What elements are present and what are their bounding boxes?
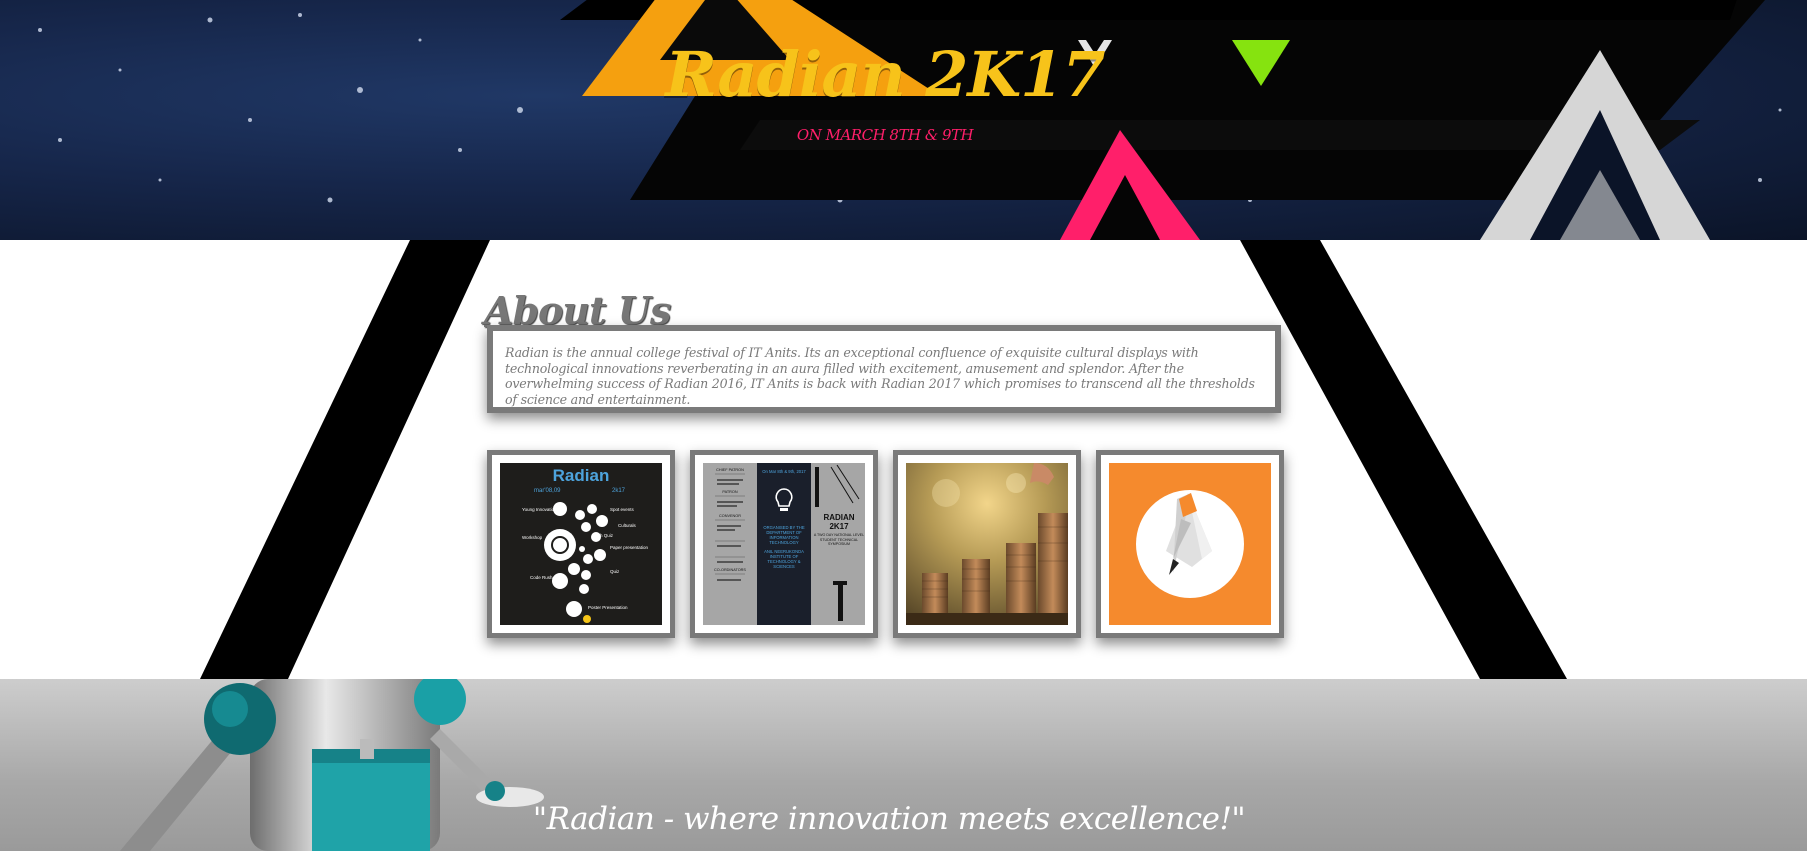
poster1-event-8: Quiz (610, 569, 620, 574)
poster1-event-1: Young Innovation (522, 507, 557, 512)
brochure-image: CHIEF PATRON PATRON CONVENOR CO-ORDINATO… (703, 463, 865, 625)
about-text-box: Radian is the annual college festival of… (487, 325, 1281, 413)
brochure-date: On Mar 8th & 9th, 2017 (762, 469, 806, 474)
poster1-event-3: Culturals (618, 523, 637, 528)
event-date: ON MARCH 8TH & 9TH (796, 126, 974, 144)
pencil-logo-icon (1109, 463, 1271, 625)
hero-banner: Radian 2K17 ON MARCH 8TH & 9TH (0, 0, 1807, 240)
poster1-event-5: Tech Quiz (593, 533, 614, 538)
poster1-event-6: Paper presentation (610, 545, 649, 550)
brochure-organised: ORGANISED BY THE DEPARTMENT OF INFORMATI… (763, 525, 805, 545)
hero-background-art (38, 0, 1782, 240)
gallery-thumb-event-poster[interactable]: Radian mar'08,09 2k17 Young Innovation S… (487, 450, 675, 638)
gallery-thumb-brochure[interactable]: CHIEF PATRON PATRON CONVENOR CO-ORDINATO… (690, 450, 878, 638)
event-poster-image: Radian mar'08,09 2k17 Young Innovation S… (500, 463, 662, 625)
poster1-event-9: Poster Presentation (588, 605, 628, 610)
poster1-subtitle: mar'08,09 (534, 488, 561, 494)
tagline-text: "Radian - where innovation meets excelle… (532, 801, 1246, 837)
poster1-year: 2k17 (612, 488, 626, 494)
brochure-right-sub: A TWO DAY NATIONAL LEVEL STUDENT TECHNIC… (813, 533, 865, 546)
brochure-right-title: RADIAN 2K17 (823, 513, 855, 531)
poster1-event-4: Workshop (522, 535, 543, 540)
brochure-left-3: CONVENOR (719, 514, 741, 518)
poster1-title: Radian (553, 466, 610, 485)
brochure-institute: ANIL NEERUKONDA INSTITUTE OF TECHNOLOGY … (764, 549, 804, 569)
gallery-thumb-pencil-logo[interactable] (1096, 450, 1284, 638)
about-section: About Us Radian is the annual college fe… (0, 240, 1807, 679)
poster1-event-7: Code Rush (530, 575, 553, 580)
about-description: Radian is the annual college festival of… (505, 345, 1255, 407)
tagline-band: "Radian - where innovation meets excelle… (0, 679, 1807, 851)
gallery-thumb-coins-photo[interactable] (893, 450, 1081, 638)
site-title: Radian 2K17 (665, 38, 1105, 111)
brochure-left-1: CHIEF PATRON (716, 468, 744, 472)
coins-photo-image (906, 463, 1068, 625)
brochure-left-2: PATRON (722, 490, 738, 494)
brochure-left-4: CO-ORDINATORS (714, 568, 746, 572)
poster1-event-2: Spot events (610, 507, 635, 512)
